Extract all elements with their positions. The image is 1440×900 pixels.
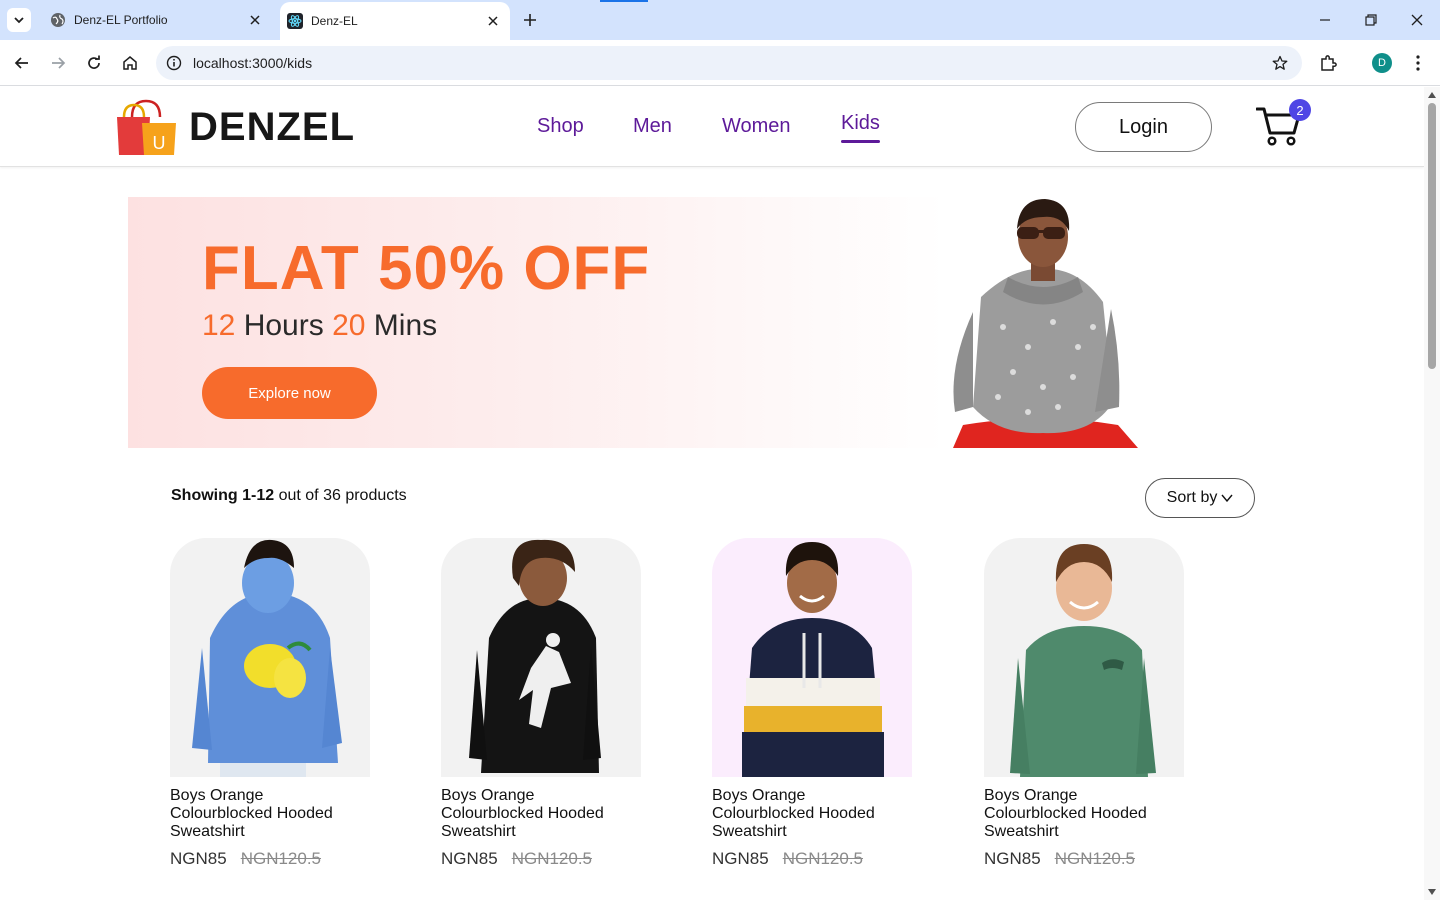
product-image[interactable]	[712, 538, 912, 777]
profile-avatar[interactable]: D	[1372, 53, 1392, 73]
product-image[interactable]	[984, 538, 1184, 777]
product-new-price: NGN85	[984, 849, 1041, 868]
close-icon[interactable]	[482, 10, 504, 32]
product-card[interactable]: Boys Orange Colourblocked Hooded Sweatsh…	[984, 538, 1184, 869]
browser-tab-strip: Denz-EL Portfolio Denz-EL	[0, 0, 1440, 40]
new-tab-button[interactable]	[518, 8, 542, 32]
cart-count-badge: 2	[1289, 99, 1311, 121]
close-window-button[interactable]	[1402, 6, 1432, 34]
product-old-price: NGN120.5	[240, 849, 322, 868]
back-button[interactable]	[8, 49, 36, 77]
product-new-price: NGN85	[170, 849, 227, 868]
plus-icon	[524, 14, 536, 26]
product-old-price: NGN120.5	[1054, 849, 1136, 868]
tab-denz-el[interactable]: Denz-EL	[280, 2, 510, 40]
product-image[interactable]	[170, 538, 370, 777]
page-scrollbar[interactable]	[1424, 87, 1440, 900]
promo-headline: FLAT 50% OFF	[202, 234, 651, 303]
minimize-button[interactable]	[1310, 6, 1340, 34]
forward-icon	[52, 57, 66, 69]
brand-name[interactable]: DENZEL	[189, 105, 355, 150]
forward-button[interactable]	[44, 49, 72, 77]
active-nav-underline	[841, 140, 880, 143]
product-new-price: NGN85	[441, 849, 498, 868]
scroll-up-arrow[interactable]	[1427, 90, 1437, 100]
promo-countdown: 12 Hours 20 Mins	[202, 309, 437, 343]
react-icon	[287, 13, 303, 29]
product-card[interactable]: Boys Orange Colourblocked Hooded Sweatsh…	[712, 538, 912, 869]
product-prices: NGN85 NGN120.5	[170, 849, 370, 869]
hero-model-image	[943, 197, 1143, 448]
scroll-down-arrow[interactable]	[1427, 887, 1437, 897]
promo-banner: FLAT 50% OFF 12 Hours 20 Mins Explore no…	[128, 197, 1296, 448]
close-icon	[1411, 14, 1423, 26]
product-old-price: NGN120.5	[511, 849, 593, 868]
showing-label: Showing	[171, 487, 238, 504]
product-name[interactable]: Boys Orange Colourblocked Hooded Sweatsh…	[170, 787, 350, 841]
extensions-icon	[1321, 55, 1337, 71]
page-viewport: U DENZEL Shop Men Women Kids Login 2 FLA…	[0, 87, 1424, 900]
back-icon	[14, 57, 28, 69]
nav-link-kids-label: Kids	[841, 112, 880, 134]
loading-indicator	[600, 0, 648, 2]
nav-link-men[interactable]: Men	[633, 115, 672, 138]
home-button[interactable]	[116, 49, 144, 77]
explore-now-button[interactable]: Explore now	[202, 367, 377, 419]
product-image[interactable]	[441, 538, 641, 777]
results-count: Showing 1-12 out of 36 products	[171, 487, 407, 505]
product-old-price: NGN120.5	[782, 849, 864, 868]
mins-value: 20	[332, 309, 366, 342]
menu-button[interactable]	[1404, 49, 1432, 77]
minimize-icon	[1320, 19, 1330, 21]
address-bar[interactable]: localhost:3000/kids	[156, 46, 1302, 80]
product-card[interactable]: Boys Orange Colourblocked Hooded Sweatsh…	[170, 538, 370, 869]
tab-search-button[interactable]	[7, 8, 31, 32]
login-button[interactable]: Login	[1075, 102, 1212, 152]
scroll-thumb[interactable]	[1428, 103, 1436, 369]
site-navbar: U DENZEL Shop Men Women Kids Login 2	[0, 87, 1424, 167]
star-icon[interactable]	[1270, 53, 1290, 73]
reload-button[interactable]	[80, 49, 108, 77]
chevron-down-icon	[1221, 494, 1233, 502]
product-prices: NGN85 NGN120.5	[441, 849, 641, 869]
more-icon	[1416, 55, 1420, 71]
close-icon[interactable]	[244, 9, 266, 31]
shopping-bag-icon[interactable]: U	[116, 99, 178, 157]
reload-icon	[88, 55, 100, 69]
url-text[interactable]: localhost:3000/kids	[193, 55, 312, 71]
globe-icon	[50, 12, 66, 28]
hours-value: 12	[202, 309, 236, 342]
showing-range: 1-12	[242, 487, 275, 504]
restore-button[interactable]	[1356, 6, 1386, 34]
info-icon[interactable]	[164, 53, 184, 73]
tab-list-icon	[14, 17, 24, 24]
tab-title: Denz-EL Portfolio	[74, 13, 168, 27]
product-name[interactable]: Boys Orange Colourblocked Hooded Sweatsh…	[712, 787, 892, 841]
restore-icon	[1365, 14, 1377, 26]
product-card[interactable]: Boys Orange Colourblocked Hooded Sweatsh…	[441, 538, 641, 869]
extensions-button[interactable]	[1314, 49, 1342, 77]
tab-portfolio[interactable]: Denz-EL Portfolio	[40, 0, 272, 40]
product-new-price: NGN85	[712, 849, 769, 868]
logo-letter: U	[153, 133, 166, 153]
product-name[interactable]: Boys Orange Colourblocked Hooded Sweatsh…	[984, 787, 1164, 841]
tab-title: Denz-EL	[311, 14, 358, 28]
product-name[interactable]: Boys Orange Colourblocked Hooded Sweatsh…	[441, 787, 621, 841]
product-prices: NGN85 NGN120.5	[712, 849, 912, 869]
nav-link-shop[interactable]: Shop	[537, 115, 584, 138]
hours-label: Hours	[235, 309, 333, 342]
mins-label: Mins	[365, 309, 438, 342]
nav-link-women[interactable]: Women	[722, 115, 791, 138]
browser-toolbar: localhost:3000/kids D	[0, 40, 1440, 86]
home-icon	[123, 56, 137, 70]
product-prices: NGN85 NGN120.5	[984, 849, 1184, 869]
nav-link-kids[interactable]: Kids	[841, 112, 880, 143]
sort-by-dropdown[interactable]: Sort by	[1145, 478, 1255, 518]
sort-by-label: Sort by	[1166, 489, 1218, 506]
showing-suffix: out of 36 products	[278, 487, 407, 504]
